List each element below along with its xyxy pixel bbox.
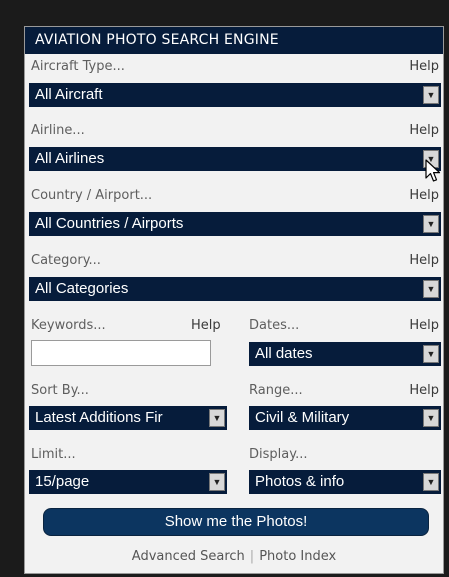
keywords-help-link[interactable]: Help: [191, 318, 221, 333]
aircraft-type-value: All Aircraft: [35, 86, 103, 103]
footer-separator: |: [249, 549, 255, 564]
advanced-search-link[interactable]: Advanced Search: [132, 549, 245, 564]
dates-select[interactable]: All dates ▼: [249, 342, 441, 366]
photo-index-link[interactable]: Photo Index: [259, 549, 336, 564]
keywords-label: Keywords...: [31, 318, 106, 333]
dates-label: Dates...: [249, 318, 300, 333]
sort-by-value: Latest Additions Fir: [35, 409, 163, 426]
display-select[interactable]: Photos & info ▼: [249, 470, 441, 494]
limit-value: 15/page: [35, 473, 90, 490]
aircraft-type-help-link[interactable]: Help: [409, 59, 439, 74]
chevron-down-icon[interactable]: ▼: [423, 86, 439, 104]
category-help-link[interactable]: Help: [409, 253, 439, 268]
country-airport-select[interactable]: All Countries / Airports ▼: [29, 212, 441, 236]
sort-by-label: Sort By...: [31, 383, 89, 398]
chevron-down-icon[interactable]: ▼: [423, 409, 439, 427]
range-help-link[interactable]: Help: [409, 383, 439, 398]
chevron-down-icon[interactable]: ▼: [423, 345, 439, 363]
chevron-down-icon[interactable]: ▼: [423, 280, 439, 298]
airline-select[interactable]: All Airlines ▼: [29, 147, 441, 171]
show-photos-button[interactable]: Show me the Photos!: [43, 508, 429, 536]
chevron-down-icon[interactable]: ▼: [209, 409, 225, 427]
airline-value: All Airlines: [35, 150, 105, 167]
range-select[interactable]: Civil & Military ▼: [249, 406, 441, 430]
country-airport-label: Country / Airport...: [31, 188, 153, 203]
display-label: Display...: [249, 447, 308, 462]
category-select[interactable]: All Categories ▼: [29, 277, 441, 301]
cursor-icon: [425, 159, 441, 182]
chevron-down-icon[interactable]: ▼: [423, 473, 439, 491]
category-value: All Categories: [35, 280, 129, 297]
keywords-input[interactable]: [31, 340, 211, 366]
country-airport-value: All Countries / Airports: [35, 215, 184, 232]
chevron-down-icon[interactable]: ▼: [423, 215, 439, 233]
limit-select[interactable]: 15/page ▼: [29, 470, 227, 494]
sort-by-select[interactable]: Latest Additions Fir ▼: [29, 406, 227, 430]
range-label: Range...: [249, 383, 303, 398]
airline-help-link[interactable]: Help: [409, 123, 439, 138]
aircraft-type-label: Aircraft Type...: [31, 59, 125, 74]
range-value: Civil & Military: [255, 409, 350, 426]
footer-links: Advanced Search | Photo Index: [25, 549, 443, 564]
dates-value: All dates: [255, 345, 313, 362]
airline-label: Airline...: [31, 123, 85, 138]
display-value: Photos & info: [255, 473, 345, 490]
panel-title: AVIATION PHOTO SEARCH ENGINE: [25, 27, 443, 54]
dates-help-link[interactable]: Help: [409, 318, 439, 333]
chevron-down-icon[interactable]: ▼: [209, 473, 225, 491]
aircraft-type-select[interactable]: All Aircraft ▼: [29, 83, 441, 107]
category-label: Category...: [31, 253, 101, 268]
limit-label: Limit...: [31, 447, 76, 462]
country-airport-help-link[interactable]: Help: [409, 188, 439, 203]
search-panel: AVIATION PHOTO SEARCH ENGINE Aircraft Ty…: [24, 26, 444, 574]
